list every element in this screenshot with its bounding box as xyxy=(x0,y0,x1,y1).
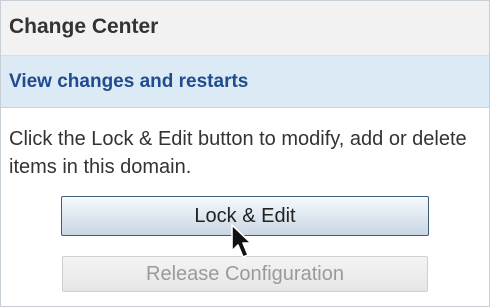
subheader: View changes and restarts xyxy=(1,56,489,108)
panel-header: Change Center xyxy=(1,1,489,56)
description-text: Click the Lock & Edit button to modify, … xyxy=(9,128,467,178)
view-changes-link[interactable]: View changes and restarts xyxy=(9,71,248,93)
mouse-pointer-icon xyxy=(231,224,252,258)
panel-title: Change Center xyxy=(9,15,159,38)
